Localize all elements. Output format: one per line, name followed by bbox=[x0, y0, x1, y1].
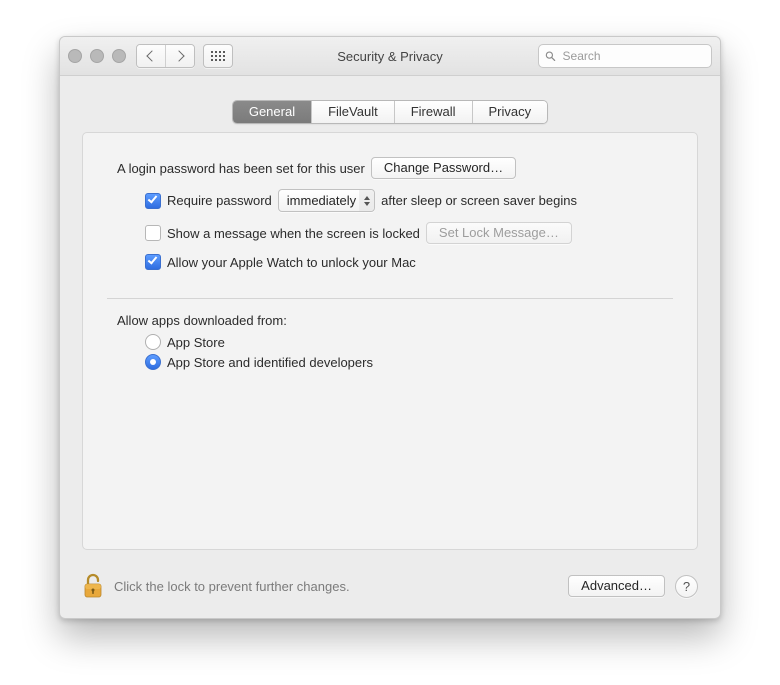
apple-watch-checkbox[interactable] bbox=[145, 254, 161, 270]
chevron-left-icon bbox=[146, 50, 157, 61]
forward-button[interactable] bbox=[165, 45, 194, 67]
advanced-button[interactable]: Advanced… bbox=[568, 575, 665, 597]
require-password-checkbox[interactable] bbox=[145, 193, 161, 209]
help-button[interactable]: ? bbox=[675, 575, 698, 598]
search-field[interactable] bbox=[538, 44, 712, 68]
preferences-window: Security & Privacy General FileVault Fir… bbox=[59, 36, 721, 619]
show-message-label: Show a message when the screen is locked bbox=[167, 226, 420, 241]
tab-general[interactable]: General bbox=[233, 101, 311, 123]
require-password-label-after: after sleep or screen saver begins bbox=[381, 193, 577, 208]
radio-app-store-identified-label: App Store and identified developers bbox=[167, 355, 373, 370]
require-password-delay-value: immediately bbox=[287, 193, 356, 208]
lock-hint-text: Click the lock to prevent further change… bbox=[114, 579, 350, 594]
general-panel: A login password has been set for this u… bbox=[82, 132, 698, 550]
chevron-right-icon bbox=[173, 50, 184, 61]
minimize-icon[interactable] bbox=[90, 49, 104, 63]
show-all-button[interactable] bbox=[203, 44, 233, 68]
tab-segment: General FileVault Firewall Privacy bbox=[232, 100, 548, 124]
section-divider bbox=[107, 298, 673, 299]
tab-bar: General FileVault Firewall Privacy bbox=[82, 100, 698, 124]
show-message-checkbox[interactable] bbox=[145, 225, 161, 241]
footer: Click the lock to prevent further change… bbox=[60, 560, 720, 618]
radio-app-store-identified[interactable] bbox=[145, 354, 161, 370]
zoom-icon[interactable] bbox=[112, 49, 126, 63]
search-icon bbox=[545, 50, 556, 62]
require-password-delay-popup[interactable]: immediately bbox=[278, 189, 375, 212]
radio-app-store-label: App Store bbox=[167, 335, 225, 350]
radio-app-store[interactable] bbox=[145, 334, 161, 350]
tab-filevault[interactable]: FileVault bbox=[311, 101, 394, 123]
tab-privacy[interactable]: Privacy bbox=[472, 101, 548, 123]
search-input[interactable] bbox=[561, 48, 705, 64]
window-body: General FileVault Firewall Privacy A log… bbox=[60, 76, 720, 560]
apple-watch-label: Allow your Apple Watch to unlock your Ma… bbox=[167, 255, 416, 270]
chevron-updown-icon bbox=[359, 190, 374, 211]
require-password-label-before: Require password bbox=[167, 193, 272, 208]
tab-firewall[interactable]: Firewall bbox=[394, 101, 472, 123]
change-password-button[interactable]: Change Password… bbox=[371, 157, 516, 179]
grid-icon bbox=[211, 51, 225, 61]
lock-icon[interactable] bbox=[82, 572, 104, 600]
login-password-text: A login password has been set for this u… bbox=[117, 161, 365, 176]
allow-apps-heading: Allow apps downloaded from: bbox=[117, 313, 287, 328]
set-lock-message-button: Set Lock Message… bbox=[426, 222, 572, 244]
window-controls bbox=[68, 49, 126, 63]
back-button[interactable] bbox=[137, 45, 165, 67]
titlebar: Security & Privacy bbox=[60, 37, 720, 76]
nav-group bbox=[136, 44, 195, 68]
close-icon[interactable] bbox=[68, 49, 82, 63]
